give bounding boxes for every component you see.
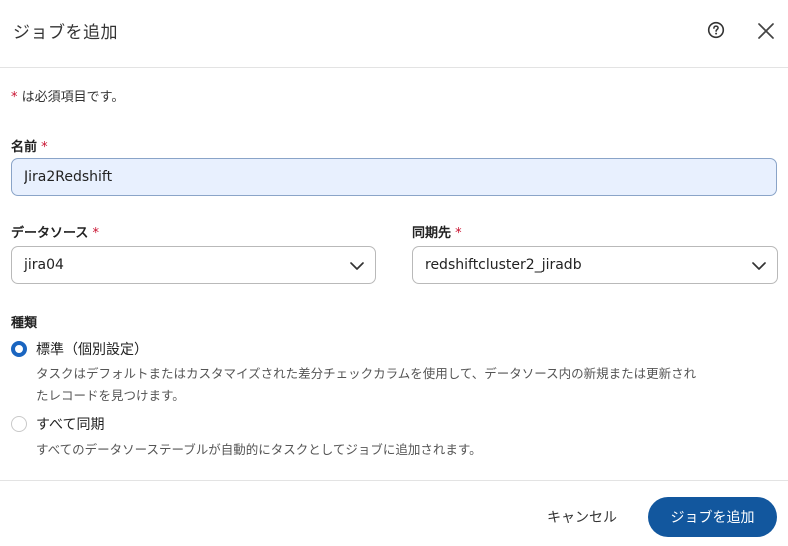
data-source-value: jira04: [24, 257, 64, 273]
option-standard-label[interactable]: 標準（個別設定）: [36, 339, 148, 359]
dialog-title: ジョブを追加: [13, 23, 118, 43]
help-circle-icon[interactable]: [707, 21, 725, 39]
chevron-down-icon: [350, 262, 364, 270]
data-source-select[interactable]: jira04: [11, 246, 376, 284]
chevron-down-icon: [752, 262, 766, 270]
required-note-text: は必須項目です。: [17, 90, 125, 105]
dialog-header: ジョブを追加: [0, 0, 788, 68]
radio-standard[interactable]: [11, 341, 27, 357]
destination-value: redshiftcluster2_jiradb: [425, 257, 582, 273]
close-icon[interactable]: [756, 21, 776, 41]
cancel-button[interactable]: キャンセル: [530, 498, 634, 536]
radio-sync-all[interactable]: [11, 416, 27, 432]
add-job-button[interactable]: ジョブを追加: [648, 497, 777, 537]
type-label: 種類: [11, 316, 38, 331]
option-sync-all-label[interactable]: すべて同期: [36, 414, 104, 434]
destination-label: 同期先 *: [412, 226, 462, 241]
name-label: 名前 *: [11, 140, 48, 155]
option-standard-description: タスクはデフォルトまたはカスタマイズされた差分チェックカラムを使用して、データソ…: [36, 366, 697, 403]
destination-select[interactable]: redshiftcluster2_jiradb: [412, 246, 778, 284]
option-sync-all-description: すべてのデータソーステーブルが自動的にタスクとしてジョブに追加されます。: [36, 442, 482, 457]
required-note: * は必須項目です。: [11, 86, 124, 105]
name-input[interactable]: [11, 158, 777, 196]
data-source-label: データソース *: [11, 226, 99, 241]
